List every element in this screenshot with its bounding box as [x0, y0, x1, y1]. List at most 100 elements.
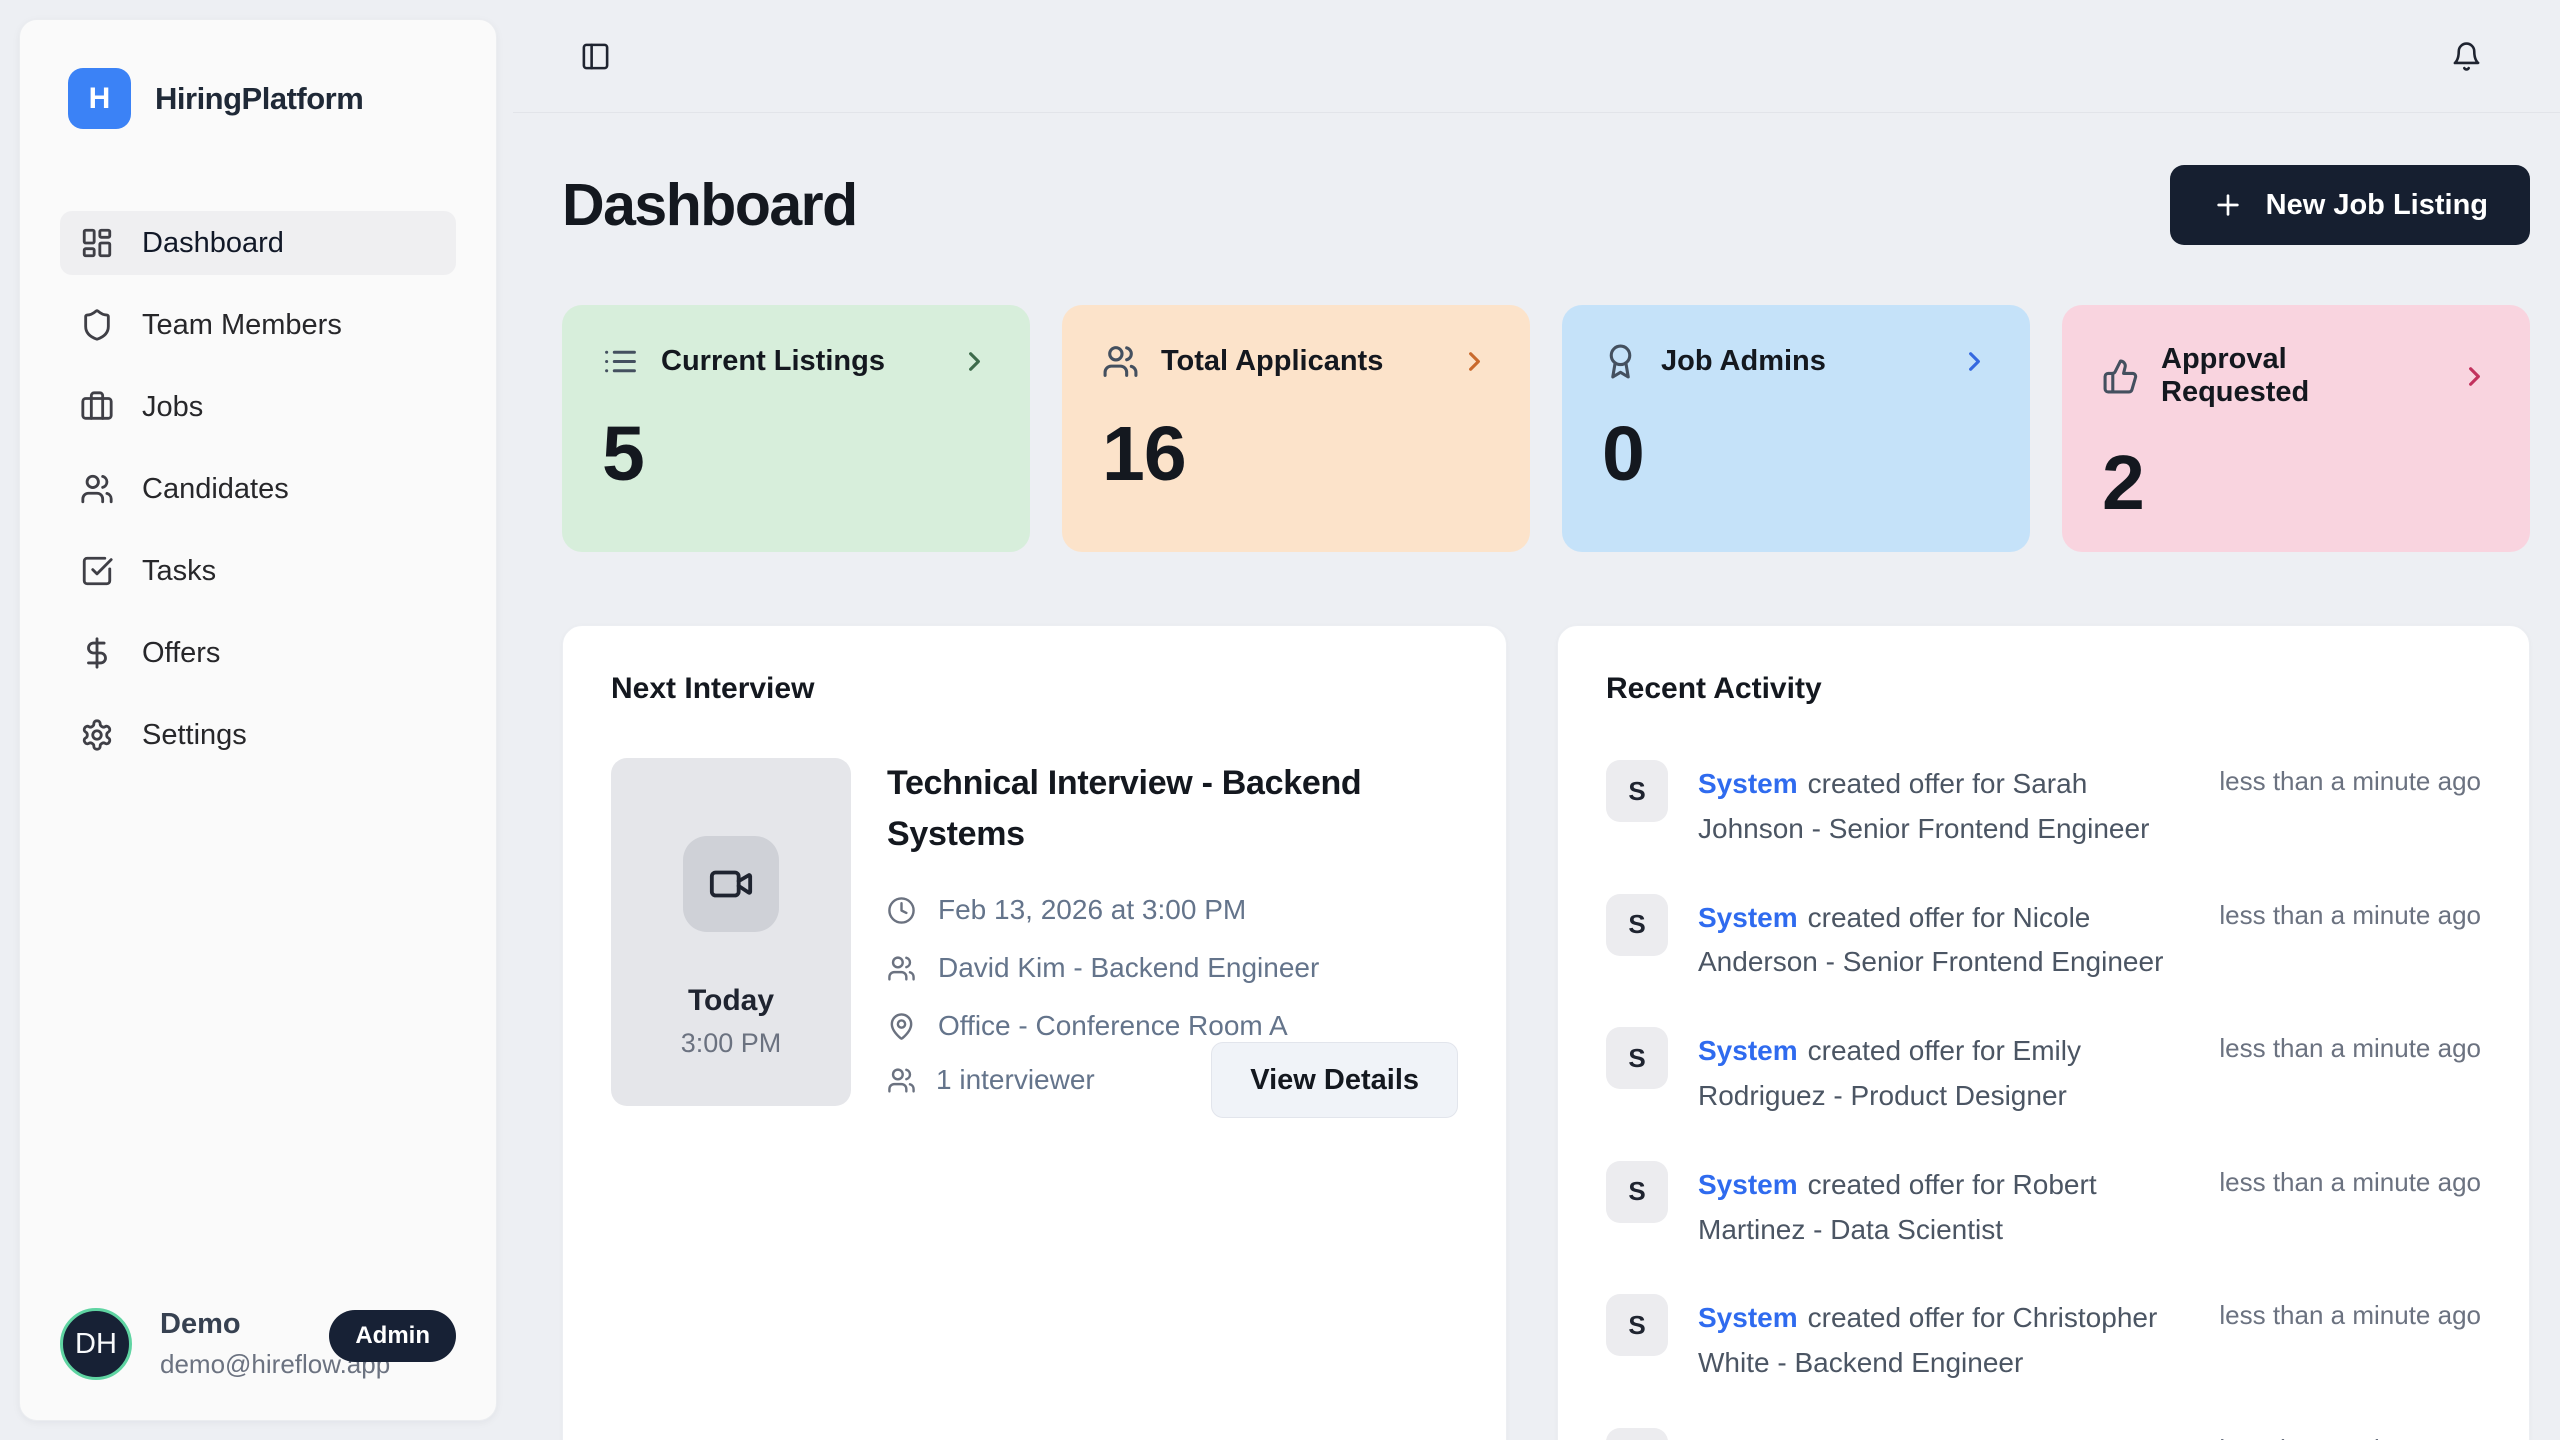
thumbs-up-icon [2102, 358, 2139, 395]
page-title: Dashboard [562, 171, 857, 239]
activity-timestamp: less than a minute ago [2219, 1027, 2481, 1119]
stat-value: 16 [1102, 410, 1490, 499]
sidebar: H HiringPlatform Dashboard Team Members … [0, 0, 513, 1440]
activity-item: S Systemcreated offer for Kevin Patel - … [1606, 1428, 2481, 1440]
view-details-button[interactable]: View Details [1211, 1042, 1458, 1118]
app-name: HiringPlatform [155, 81, 363, 117]
activity-timestamp: less than a minute ago [2219, 1294, 2481, 1386]
stat-label: Job Admins [1661, 345, 1826, 378]
briefcase-icon [80, 390, 114, 424]
shield-icon [80, 308, 114, 342]
activity-actor-link[interactable]: System [1698, 902, 1798, 933]
sidebar-item-settings[interactable]: Settings [60, 703, 456, 767]
activity-actor-link[interactable]: System [1698, 1035, 1798, 1066]
sidebar-item-label: Jobs [142, 391, 203, 424]
sidebar-item-jobs[interactable]: Jobs [60, 375, 456, 439]
panel-left-icon [580, 41, 611, 72]
stat-label: Approval Requested [2161, 343, 2437, 409]
recent-activity-panel: Recent Activity S Systemcreated offer fo… [1557, 625, 2530, 1440]
activity-avatar: S [1606, 894, 1668, 956]
next-interview-panel: Next Interview Today 3:00 PM Technical I… [562, 625, 1507, 1440]
stat-value: 0 [1602, 410, 1990, 499]
activity-list: S Systemcreated offer for Sarah Johnson … [1606, 760, 2481, 1440]
interview-location-row: Office - Conference Room A [887, 1010, 1458, 1042]
main-area: Dashboard New Job Listing Current Listin… [513, 0, 2560, 1440]
stat-value: 2 [2102, 439, 2490, 528]
role-badge: Admin [329, 1310, 456, 1362]
interviewer-count: 1 interviewer [887, 1064, 1095, 1096]
stat-label: Current Listings [661, 345, 885, 378]
chevron-right-icon [959, 346, 990, 377]
next-interview-title: Next Interview [611, 672, 1458, 706]
recent-activity-title: Recent Activity [1606, 672, 2481, 706]
interview-date-tile: Today 3:00 PM [611, 758, 851, 1106]
activity-avatar: S [1606, 1027, 1668, 1089]
activity-actor-link[interactable]: System [1698, 768, 1798, 799]
activity-item: S Systemcreated offer for Christopher Wh… [1606, 1294, 2481, 1386]
activity-avatar: S [1606, 1294, 1668, 1356]
gear-icon [80, 718, 114, 752]
user-menu[interactable]: DH Demo demo@hireflow.app Admin [60, 1308, 456, 1380]
sidebar-item-label: Team Members [142, 309, 342, 342]
sidebar-nav: Dashboard Team Members Jobs Candidates T… [60, 211, 456, 767]
map-pin-icon [887, 1012, 916, 1041]
interview-datetime-row: Feb 13, 2026 at 3:00 PM [887, 894, 1458, 926]
new-job-listing-button[interactable]: New Job Listing [2170, 165, 2530, 245]
activity-timestamp: less than a minute ago [2219, 894, 2481, 986]
activity-actor-link[interactable]: System [1698, 1169, 1798, 1200]
stat-card-job-admins[interactable]: Job Admins 0 [1562, 305, 2030, 552]
activity-timestamp: less than a minute ago [2219, 1161, 2481, 1253]
user-name: Demo [160, 1308, 301, 1341]
activity-item: S Systemcreated offer for Sarah Johnson … [1606, 760, 2481, 852]
notifications-button[interactable] [2444, 34, 2488, 78]
sidebar-item-label: Settings [142, 719, 247, 752]
stat-card-current-listings[interactable]: Current Listings 5 [562, 305, 1030, 552]
chevron-right-icon [2459, 361, 2490, 392]
activity-actor-link[interactable]: System [1698, 1302, 1798, 1333]
stats-row: Current Listings 5 Total Applicants 16 J… [562, 305, 2530, 552]
sidebar-item-label: Candidates [142, 473, 289, 506]
video-icon [683, 836, 779, 932]
task-check-icon [80, 554, 114, 588]
sidebar-item-label: Offers [142, 637, 220, 670]
users-icon [887, 1066, 916, 1095]
dashboard-icon [80, 226, 114, 260]
user-email: demo@hireflow.app [160, 1349, 301, 1380]
avatar: DH [60, 1308, 132, 1380]
sidebar-item-tasks[interactable]: Tasks [60, 539, 456, 603]
list-icon [602, 343, 639, 380]
activity-avatar: S [1606, 760, 1668, 822]
activity-avatar: S [1606, 1161, 1668, 1223]
activity-avatar: S [1606, 1428, 1668, 1440]
sidebar-card: H HiringPlatform Dashboard Team Members … [19, 19, 497, 1421]
stat-label: Total Applicants [1161, 345, 1383, 378]
sidebar-item-offers[interactable]: Offers [60, 621, 456, 685]
stat-card-total-applicants[interactable]: Total Applicants 16 [1062, 305, 1530, 552]
chevron-right-icon [1459, 346, 1490, 377]
sidebar-item-team-members[interactable]: Team Members [60, 293, 456, 357]
interview-title: Technical Interview - Backend Systems [887, 758, 1458, 860]
activity-item: S Systemcreated offer for Robert Martine… [1606, 1161, 2481, 1253]
dollar-icon [80, 636, 114, 670]
bell-icon [2451, 41, 2482, 72]
interview-day: Today [688, 984, 774, 1018]
app-logo: H [68, 68, 131, 129]
sidebar-toggle-button[interactable] [573, 34, 617, 78]
sidebar-item-label: Dashboard [142, 227, 284, 260]
clock-icon [887, 896, 916, 925]
activity-item: S Systemcreated offer for Emily Rodrigue… [1606, 1027, 2481, 1119]
chevron-right-icon [1959, 346, 1990, 377]
topbar [513, 0, 2560, 113]
award-icon [1602, 343, 1639, 380]
brand: H HiringPlatform [68, 68, 456, 129]
sidebar-item-candidates[interactable]: Candidates [60, 457, 456, 521]
content: Dashboard New Job Listing Current Listin… [513, 113, 2560, 1440]
stat-card-approval-requested[interactable]: Approval Requested 2 [2062, 305, 2530, 552]
sidebar-item-dashboard[interactable]: Dashboard [60, 211, 456, 275]
users-icon [80, 472, 114, 506]
sidebar-item-label: Tasks [142, 555, 216, 588]
users-icon [887, 954, 916, 983]
interview-time: 3:00 PM [681, 1028, 782, 1059]
activity-actor-link[interactable]: System [1698, 1436, 1798, 1440]
activity-timestamp: less than a minute ago [2219, 760, 2481, 852]
